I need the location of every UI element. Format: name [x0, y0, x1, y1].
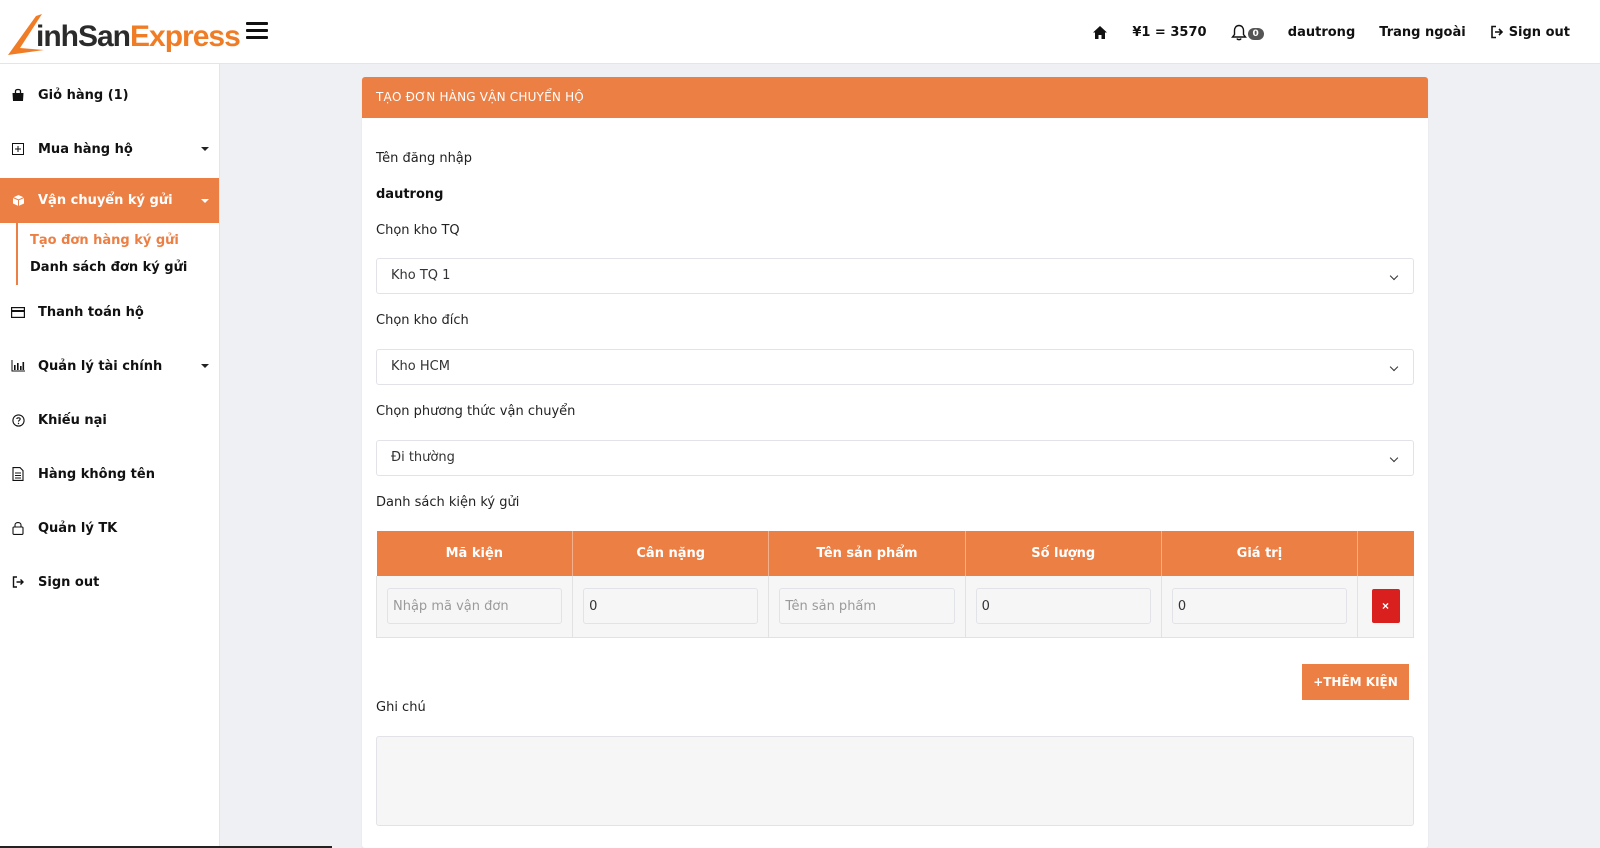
submenu-consignment-list[interactable]: Danh sách đơn ký gửi [30, 254, 219, 281]
username-label: Tên đăng nhập [376, 151, 473, 166]
delete-row-button[interactable]: × [1371, 589, 1400, 624]
credit-card-icon [10, 304, 26, 320]
packages-label: Danh sách kiện ký gửi [376, 495, 520, 510]
quantity-input[interactable] [975, 588, 1151, 625]
bell-icon [1230, 24, 1247, 40]
sidebar-item-sign-out[interactable]: Sign out [0, 555, 219, 609]
column-header-product: Tên sản phẩm [768, 531, 966, 576]
sidebar-item-consignment[interactable]: Vận chuyển ký gửi [0, 178, 219, 223]
shipping-method-select[interactable]: Đi thường [376, 440, 1414, 476]
top-nav: ¥1 = 3570 0 dautrong Trang ngoài Sign ou… [1092, 0, 1570, 64]
brand-logo[interactable]: inhSanExpress [6, 12, 241, 58]
submenu-create-consignment[interactable]: Tạo đơn hàng ký gửi [30, 227, 219, 254]
warehouse-dest-select[interactable]: Kho HCM [376, 349, 1414, 385]
sidebar-item-label: Hàng không tên [38, 466, 155, 482]
sidebar-item-label: Khiếu nại [38, 412, 107, 428]
notification-count-badge: 0 [1247, 28, 1264, 40]
sign-out-label: Sign out [1508, 24, 1570, 40]
sidebar-item-label: Sign out [38, 574, 100, 590]
logo-text: inhSan [36, 20, 131, 53]
package-code-input[interactable] [387, 588, 563, 625]
home-link[interactable] [1092, 25, 1108, 40]
add-package-button[interactable]: +THÊM KIỆN [1302, 664, 1409, 700]
consignment-form-card: TẠO ĐƠN HÀNG VẬN CHUYỂN HỘ Tên đăng nhập… [362, 77, 1428, 848]
shipping-method-label: Chọn phương thức vận chuyển [376, 404, 576, 419]
warehouse-cn-label: Chọn kho TQ [376, 223, 460, 238]
sidebar-item-finance[interactable]: Quản lý tài chính [0, 339, 219, 393]
warehouse-dest-label: Chọn kho đích [376, 313, 469, 328]
sidebar-item-cart[interactable]: Giỏ hàng (1) [0, 68, 219, 122]
sign-out-link[interactable]: Sign out [1490, 25, 1570, 40]
chevron-down-icon [1389, 362, 1399, 372]
sidebar-item-label: Quản lý tài chính [38, 358, 163, 374]
sidebar-item-payment[interactable]: Thanh toán hộ [0, 285, 219, 339]
sidebar-item-label: Mua hàng hộ [38, 141, 133, 157]
sidebar: Giỏ hàng (1) Mua hàng hộ Vận chuyển ký g… [0, 64, 220, 848]
plus-square-icon [10, 141, 26, 157]
notifications-button[interactable]: 0 [1230, 24, 1264, 41]
chevron-down-icon [201, 147, 209, 151]
shopping-bag-icon [10, 87, 26, 103]
warehouse-dest-value: Kho HCM [391, 359, 450, 374]
chevron-down-icon [201, 199, 209, 203]
sidebar-item-label: Vận chuyển ký gửi [38, 193, 173, 208]
menu-toggle-icon[interactable] [246, 22, 268, 42]
username-link[interactable]: dautrong [1288, 25, 1355, 40]
warehouse-cn-select[interactable]: Kho TQ 1 [376, 258, 1414, 294]
sidebar-item-label: Thanh toán hộ [38, 304, 144, 320]
value-input[interactable] [1171, 588, 1347, 625]
note-textarea[interactable] [376, 736, 1414, 826]
lock-icon [10, 520, 26, 536]
table-row: × [375, 576, 1414, 638]
document-icon [10, 466, 26, 482]
sidebar-item-account[interactable]: Quản lý TK [0, 501, 219, 555]
column-header-weight: Cân nặng [572, 531, 770, 576]
package-weight-input[interactable] [583, 588, 759, 625]
box-icon [10, 193, 26, 209]
column-header-value: Giá trị [1161, 531, 1359, 576]
consignment-submenu: Tạo đơn hàng ký gửi Danh sách đơn ký gửi [16, 223, 219, 285]
outside-link[interactable]: Trang ngoài [1379, 25, 1465, 40]
sign-out-icon [10, 574, 26, 590]
sidebar-item-label: Quản lý TK [38, 520, 118, 536]
username-value: dautrong [376, 187, 444, 202]
logo-text-accent: Express [130, 20, 241, 53]
page-title: TẠO ĐƠN HÀNG VẬN CHUYỂN HỘ [362, 77, 1428, 118]
sidebar-item-complaints[interactable]: Khiếu nại [0, 393, 219, 447]
shipping-method-value: Đi thường [391, 450, 455, 465]
bar-chart-icon [10, 358, 26, 374]
column-header-actions [1357, 531, 1414, 576]
warehouse-cn-value: Kho TQ 1 [391, 268, 451, 283]
sidebar-item-unnamed-goods[interactable]: Hàng không tên [0, 447, 219, 501]
chevron-down-icon [201, 364, 209, 368]
note-label: Ghi chú [376, 700, 426, 715]
table-header-row: Mã kiện Cân nặng Tên sản phẩm Số lượng G… [376, 531, 1414, 576]
product-name-input[interactable] [779, 588, 955, 625]
column-header-quantity: Số lượng [965, 531, 1162, 576]
packages-table: Mã kiện Cân nặng Tên sản phẩm Số lượng G… [375, 531, 1414, 638]
sidebar-item-label: Giỏ hàng (1) [38, 87, 129, 103]
column-header-code: Mã kiện [376, 531, 574, 576]
sidebar-item-buy-for-me[interactable]: Mua hàng hộ [0, 122, 219, 176]
chevron-down-icon [1389, 271, 1399, 281]
exchange-rate: ¥1 = 3570 [1132, 24, 1207, 40]
home-icon [1093, 25, 1108, 39]
chevron-down-icon [1389, 453, 1399, 463]
sign-out-icon [1490, 25, 1503, 39]
top-bar: inhSanExpress ¥1 = 3570 0 dautrong Trang… [0, 0, 1600, 64]
question-circle-icon [10, 412, 26, 428]
